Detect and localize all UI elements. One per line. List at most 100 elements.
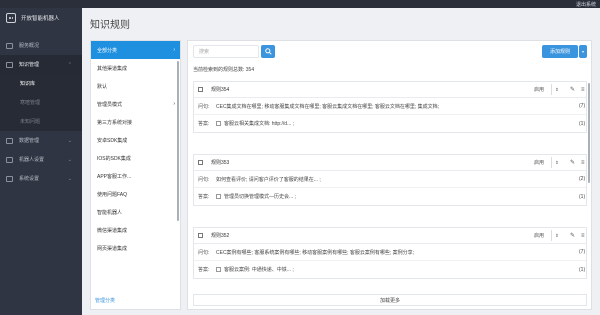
category-item[interactable]: 智能机器人 xyxy=(91,203,180,221)
menu-icon[interactable]: ≡ xyxy=(581,233,585,239)
add-rule-button[interactable]: 添加规则 xyxy=(542,45,578,58)
category-scrollbar[interactable] xyxy=(177,61,179,221)
page-title: 知识规则 xyxy=(90,20,130,31)
category-item[interactable]: 网页渠道集成 xyxy=(91,239,180,257)
robot-logo-icon xyxy=(6,13,16,23)
category-panel: 全部分类 › 其他渠道集成 默认 管理员模式 › 第三方系统对接 安卓SDK集成 I… xyxy=(90,40,181,310)
rules-scrollbar[interactable] xyxy=(588,83,590,183)
category-item[interactable]: IOS的SDK集成 xyxy=(91,149,180,167)
answer-doc-icon xyxy=(216,267,221,272)
divider xyxy=(551,157,552,168)
rule-card: 规则354 启用 ⇕ ✎ ≡ 问句: CEC集成文档在哪里; 移动客服集成文档在… xyxy=(193,81,587,133)
rule-card: 规则353 启用 ⇕ ✎ ≡ 问句: 如何查看评价; 请问客户评价了客服的结果在… xyxy=(193,154,587,206)
sort-arrows-icon[interactable]: ⇕ xyxy=(555,87,559,93)
sidebar-item-label: 服务概况 xyxy=(19,43,40,49)
rule-card: 规则352 启用 ⇕ ✎ ≡ 问句: CEC案例有哪些; 客服系统案例有哪些; … xyxy=(193,227,587,279)
question-row: 问句: CEC集成文档在哪里; 移动客服集成文档在哪里; 客服云集成文档在哪里;… xyxy=(194,98,586,115)
rule-checkbox[interactable] xyxy=(198,87,203,92)
category-label: 网页渠道集成 xyxy=(97,245,128,252)
category-item[interactable]: APP客服工作... xyxy=(91,167,180,185)
category-label: 管理员模式 xyxy=(97,101,123,108)
question-text: 如何查看评价; 请问客户评价了客服的结果在... ; xyxy=(216,176,321,183)
rule-status[interactable]: 启用 xyxy=(534,86,544,93)
sidebar-item-knowledge[interactable]: 知识管理 ⌃ xyxy=(0,55,82,74)
caret-down-icon: ▾ xyxy=(581,49,584,54)
sidebar-item-robot[interactable]: 机器人设置 ⌄ xyxy=(0,150,82,169)
robot-icon xyxy=(6,156,13,163)
rule-status[interactable]: 启用 xyxy=(534,232,544,239)
category-item[interactable]: 安卓SDK集成 xyxy=(91,131,180,149)
rule-name: 规则352 xyxy=(211,233,230,239)
manage-categories-link[interactable]: 管理分类 xyxy=(95,297,115,304)
question-row: 问句: 如何查看评价; 请问客户评价了客服的结果在... ; (2) xyxy=(194,171,586,188)
edit-icon[interactable]: ✎ xyxy=(570,232,575,239)
category-label: 安卓SDK集成 xyxy=(97,137,128,144)
book-icon xyxy=(6,61,13,68)
category-label: 全部分类 xyxy=(97,47,118,54)
answer-row: 答案: 客服云相关集成文档: http://d... ; (1) xyxy=(194,115,586,132)
topbar: 退出系统 xyxy=(0,0,600,8)
sidebar-item-system[interactable]: 系统设置 ⌄ xyxy=(0,169,82,188)
sidebar: 开放智能机器人 服务概况 知识管理 ⌃ 知识库 寒暄管理 未知问题 数据管理 ⌄… xyxy=(0,0,82,315)
search-icon xyxy=(264,48,272,55)
rules-panel: 搜索 添加规则 ▾ 当前检索到的规则总数: 354 规则354 启用 ⇕ ✎ ≡… xyxy=(187,40,592,310)
rule-name: 规则353 xyxy=(211,160,230,166)
answer-count: (1) xyxy=(579,193,586,200)
category-item[interactable]: 其他渠道集成 xyxy=(91,59,180,77)
category-item[interactable]: 使用问题FAQ xyxy=(91,185,180,203)
chevron-right-icon: › xyxy=(173,47,175,53)
sidebar-subitem-unknown[interactable]: 未知问题 xyxy=(0,112,82,131)
divider xyxy=(551,84,552,95)
answer-label: 答案: xyxy=(198,121,210,127)
question-row: 问句: CEC案例有哪些; 客服系统案例有哪些; 移动客服案例有哪些; 客服云案… xyxy=(194,244,586,261)
total-count: 当前检索到的规则总数: 354 xyxy=(193,67,255,73)
rule-card-header: 规则353 启用 ⇕ ✎ ≡ xyxy=(194,155,586,171)
answer-row: 答案: 管理员切换管理模式—历史会... ; (1) xyxy=(194,188,586,205)
category-label: 其他渠道集成 xyxy=(97,65,128,72)
add-rule-dropdown[interactable]: ▾ xyxy=(579,45,587,58)
category-item[interactable]: 默认 xyxy=(91,77,180,95)
sidebar-subitem-greeting[interactable]: 寒暄管理 xyxy=(0,93,82,112)
question-count: (7) xyxy=(579,103,586,109)
edit-icon[interactable]: ✎ xyxy=(570,159,575,166)
question-count: (7) xyxy=(579,249,586,255)
rule-checkbox[interactable] xyxy=(198,160,203,165)
question-label: 问句: xyxy=(198,176,210,183)
gear-icon xyxy=(6,175,13,182)
sort-arrows-icon[interactable]: ⇕ xyxy=(555,233,559,239)
category-item[interactable]: 管理员模式 › xyxy=(91,95,180,113)
load-more-button[interactable]: 加载更多 xyxy=(193,294,587,306)
answer-count: (1) xyxy=(579,120,586,127)
answer-text: 管理员切换管理模式—历史会... ; xyxy=(224,194,296,200)
search-input[interactable]: 搜索 xyxy=(193,45,259,58)
chevron-down-icon: ⌄ xyxy=(67,175,72,182)
chevron-up-icon: ⌃ xyxy=(67,61,72,68)
sidebar-subitem-knowledge-base[interactable]: 知识库 xyxy=(0,74,82,93)
category-label: 智能机器人 xyxy=(97,209,123,216)
menu-icon[interactable]: ≡ xyxy=(581,160,585,166)
answer-count: (1) xyxy=(579,266,586,273)
answer-text: 客服云相关集成文档: http://d... ; xyxy=(224,121,295,127)
rule-checkbox[interactable] xyxy=(198,233,203,238)
sidebar-item-label: 系统设置 xyxy=(19,176,40,182)
answer-label: 答案: xyxy=(198,267,210,273)
sidebar-item-data[interactable]: 数据管理 ⌄ xyxy=(0,131,82,150)
category-label: 使用问题FAQ xyxy=(97,191,128,198)
answer-label: 答案: xyxy=(198,194,210,200)
edit-icon[interactable]: ✎ xyxy=(570,86,575,93)
chevron-right-icon: › xyxy=(173,101,175,107)
search-button[interactable] xyxy=(261,45,275,58)
sidebar-item-overview[interactable]: 服务概况 xyxy=(0,36,82,55)
menu-icon[interactable]: ≡ xyxy=(581,87,585,93)
category-item[interactable]: 微信渠道集成 xyxy=(91,221,180,239)
rule-status[interactable]: 启用 xyxy=(534,159,544,166)
category-label: 微信渠道集成 xyxy=(97,227,128,234)
category-label: 默认 xyxy=(97,83,108,90)
exit-link[interactable]: 退出系统 xyxy=(576,1,596,8)
question-count: (2) xyxy=(579,176,586,182)
category-item-all[interactable]: 全部分类 › xyxy=(91,41,180,59)
category-label: IOS的SDK集成 xyxy=(97,155,131,162)
sort-arrows-icon[interactable]: ⇕ xyxy=(555,160,559,166)
answer-text: 客服云案例: 中通快递、中铁... ; xyxy=(224,267,294,273)
category-item[interactable]: 第三方系统对接 xyxy=(91,113,180,131)
